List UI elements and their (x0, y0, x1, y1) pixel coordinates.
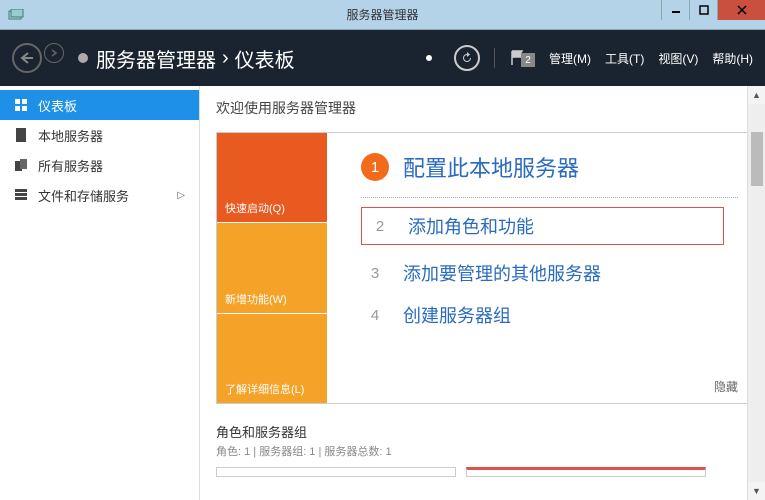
roles-title: 角色和服务器组 (216, 422, 749, 441)
sidebar-item-label: 本地服务器 (38, 126, 103, 145)
sidebar-item-label: 文件和存储服务 (38, 186, 129, 205)
storage-icon (14, 189, 28, 201)
step-number: 4 (361, 301, 389, 329)
chevron-right-icon: › (222, 47, 229, 70)
tile-whatsnew[interactable]: 新增功能(W) (217, 223, 327, 313)
sidebar-item-label: 仪表板 (38, 96, 77, 115)
menu-manage[interactable]: 管理(M) (549, 50, 591, 67)
roles-subtitle: 角色: 1 | 服务器组: 1 | 服务器总数: 1 (216, 443, 749, 459)
window-title: 服务器管理器 (346, 6, 418, 23)
sidebar: 仪表板 本地服务器 所有服务器 文件和存储服务 ▷ (0, 86, 200, 500)
tile-quickstart[interactable]: 快速启动(Q) (217, 133, 327, 223)
step-configure-server[interactable]: 1 配置此本地服务器 (361, 151, 734, 183)
minimize-button[interactable] (661, 0, 689, 20)
window-controls (661, 0, 765, 20)
step-create-group[interactable]: 4 创建服务器组 (361, 301, 734, 329)
scroll-down-button[interactable]: ▼ (748, 482, 765, 500)
sidebar-item-label: 所有服务器 (38, 156, 103, 175)
sidebar-item-all-servers[interactable]: 所有服务器 (0, 150, 199, 180)
quickstart-tiles: 快速启动(Q) 新增功能(W) 了解详细信息(L) (217, 133, 327, 403)
scroll-thumb[interactable] (751, 132, 763, 186)
divider (361, 197, 738, 198)
welcome-heading: 欢迎使用服务器管理器 (216, 98, 749, 118)
sidebar-item-local-server[interactable]: 本地服务器 (0, 120, 199, 150)
scroll-up-button[interactable]: ▲ (748, 86, 765, 104)
menu-tools[interactable]: 工具(T) (605, 50, 644, 67)
scrollbar[interactable]: ▲ ▼ (747, 86, 765, 500)
bullet-icon (78, 53, 88, 63)
app-icon (8, 7, 28, 23)
step-number: 1 (361, 153, 389, 181)
welcome-panel: 快速启动(Q) 新增功能(W) 了解详细信息(L) 1 配置此本地服务器 2 添… (216, 132, 749, 404)
servers-icon (14, 159, 28, 171)
dot-icon (426, 55, 432, 61)
roles-section: 角色和服务器组 角色: 1 | 服务器组: 1 | 服务器总数: 1 (216, 422, 749, 477)
step-add-servers[interactable]: 3 添加要管理的其他服务器 (361, 259, 734, 287)
refresh-button[interactable] (454, 45, 480, 71)
menu-view[interactable]: 视图(V) (658, 50, 698, 67)
server-icon (14, 128, 28, 142)
main-content: 欢迎使用服务器管理器 快速启动(Q) 新增功能(W) 了解详细信息(L) 1 配… (200, 86, 765, 500)
breadcrumb-section[interactable]: 仪表板 (235, 44, 295, 73)
nav-forward-button[interactable] (44, 43, 64, 63)
dashboard-icon (14, 99, 28, 111)
nav-back-button[interactable] (12, 43, 42, 73)
menu-help[interactable]: 帮助(H) (712, 50, 753, 67)
notifications-button[interactable]: 2 (509, 49, 535, 67)
sidebar-item-dashboard[interactable]: 仪表板 (0, 90, 199, 120)
role-box[interactable] (216, 467, 456, 477)
tile-learnmore[interactable]: 了解详细信息(L) (217, 314, 327, 403)
breadcrumb-app[interactable]: 服务器管理器 (96, 44, 216, 73)
sidebar-item-storage[interactable]: 文件和存储服务 ▷ (0, 180, 199, 210)
notification-count: 2 (521, 53, 535, 67)
close-button[interactable] (717, 0, 765, 20)
role-box[interactable] (466, 467, 706, 477)
step-label: 添加要管理的其他服务器 (403, 260, 601, 286)
steps-area: 1 配置此本地服务器 2 添加角色和功能 3 添加要管理的其他服务器 4 创建服… (327, 133, 748, 403)
app-header: 服务器管理器 › 仪表板 2 管理(M) 工具(T) 视图(V) 帮助(H) (0, 30, 765, 86)
step-number: 3 (361, 259, 389, 287)
step-add-roles[interactable]: 2 添加角色和功能 (361, 207, 724, 245)
hide-link[interactable]: 隐藏 (714, 378, 738, 395)
chevron-right-icon: ▷ (177, 190, 185, 201)
maximize-button[interactable] (689, 0, 717, 20)
window-titlebar: 服务器管理器 (0, 0, 765, 30)
step-number: 2 (366, 212, 394, 240)
step-label: 创建服务器组 (403, 302, 511, 328)
separator (494, 48, 495, 68)
breadcrumb: 服务器管理器 › 仪表板 (96, 44, 295, 73)
step-label: 添加角色和功能 (408, 213, 534, 239)
step-label: 配置此本地服务器 (403, 151, 579, 183)
